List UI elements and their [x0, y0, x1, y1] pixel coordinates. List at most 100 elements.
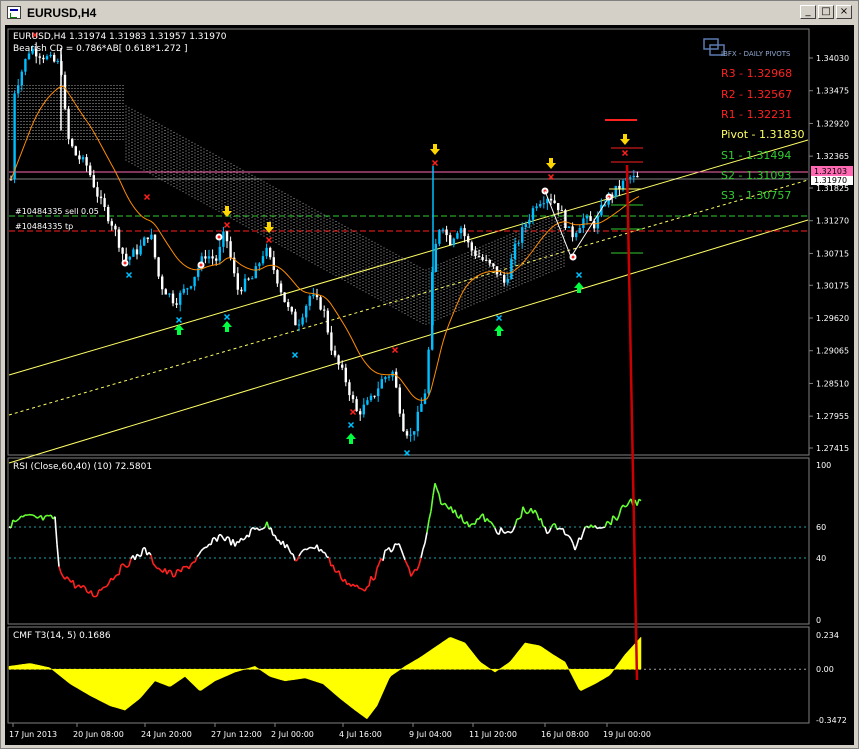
- candle-body: [229, 241, 232, 258]
- candle-body: [305, 305, 308, 318]
- candle-body: [258, 263, 261, 267]
- candle-body: [337, 355, 340, 365]
- rsi-segment: [344, 578, 348, 585]
- candle-body: [272, 257, 275, 271]
- rsi-segment: [106, 582, 110, 587]
- time-axis-label: 2 Jul 00:00: [271, 730, 314, 739]
- candle-body: [215, 258, 218, 261]
- candle-body: [416, 411, 419, 432]
- pattern-point-dot: [217, 235, 221, 239]
- rsi-segment: [536, 513, 540, 521]
- candle-body: [405, 431, 409, 436]
- rsi-segment: [220, 534, 224, 539]
- rsi-segment: [510, 529, 514, 534]
- rsi-segment: [600, 526, 604, 529]
- rsi-segment: [114, 574, 118, 578]
- rsi-segment: [368, 576, 372, 587]
- candle-body: [578, 227, 581, 234]
- price-axis-label: 1.30715: [816, 249, 849, 258]
- rsi-segment: [550, 523, 554, 529]
- rsi-segment: [376, 563, 380, 569]
- rsi-segment: [410, 572, 414, 577]
- rsi-panel: [7, 457, 810, 625]
- candle-body: [510, 259, 513, 280]
- rsi-segment: [518, 516, 522, 520]
- rsi-segment: [494, 527, 498, 534]
- rsi-segment: [514, 518, 518, 526]
- rsi-segment: [502, 531, 506, 535]
- candle-body: [117, 229, 121, 248]
- time-axis-label: 9 Jul 04:00: [409, 730, 452, 739]
- candle-body: [74, 146, 77, 156]
- terminal-window: EURUSD,H4 _ □ × 1.34030 1.33475 1.32920 1.3…: [0, 0, 859, 749]
- chart-canvas[interactable]: 1.34030 1.33475 1.32920 1.32365 1.31825 1.312…: [5, 25, 854, 745]
- time-axis-label: 11 Jul 20:00: [469, 730, 517, 739]
- order-sell-label: #10484335 sell 0.05: [15, 207, 99, 216]
- rsi-segment: [198, 550, 202, 555]
- candle-body: [146, 237, 149, 240]
- signal-cross: [391, 346, 399, 354]
- candle-body: [153, 234, 157, 258]
- rsi-segment: [200, 548, 204, 552]
- candle-body: [240, 289, 243, 292]
- rsi-segment: [128, 558, 132, 567]
- rsi-segment: [252, 526, 256, 530]
- candle-body: [373, 395, 376, 397]
- candle-body: [636, 175, 639, 178]
- rsi-segment: [306, 547, 310, 551]
- rsi-segment: [352, 583, 356, 588]
- rsi-segment: [338, 570, 342, 579]
- rsi-segment: [266, 521, 270, 530]
- candle-body: [384, 377, 387, 380]
- rsi-segment: [364, 586, 368, 592]
- candle-body: [135, 249, 139, 255]
- rsi-segment: [548, 527, 552, 533]
- candle-body: [539, 204, 542, 207]
- candle-body: [269, 247, 272, 258]
- candle-body: [67, 108, 70, 139]
- rsi-segment: [286, 544, 290, 550]
- rsi-segment: [46, 514, 50, 517]
- regression-channel-line: [8, 219, 809, 464]
- rsi-segment: [102, 586, 106, 589]
- rsi-segment: [500, 527, 504, 532]
- rsi-segment: [140, 548, 144, 557]
- candle-body: [56, 61, 59, 63]
- candle-body: [434, 243, 437, 272]
- rsi-segment: [172, 575, 176, 578]
- candle-body: [459, 228, 463, 234]
- candle-body: [517, 242, 520, 244]
- chart-header: EURUSD,H4 1.31974 1.31983 1.31957 1.3197…: [13, 32, 227, 42]
- candle-body: [441, 229, 445, 231]
- close-button[interactable]: ×: [836, 5, 852, 19]
- rsi-segment: [582, 527, 586, 534]
- candle-body: [17, 85, 20, 94]
- rsi-segment: [256, 527, 260, 531]
- rsi-segment: [626, 501, 630, 507]
- rsi-segment: [486, 518, 490, 522]
- candle-body: [247, 278, 250, 280]
- chart-svg[interactable]: 1.34030 1.33475 1.32920 1.32365 1.31825 1.312…: [5, 25, 854, 745]
- order-tp-label: #10484335 tp: [15, 222, 73, 231]
- title-bar[interactable]: EURUSD,H4 _ □ ×: [3, 3, 856, 23]
- candle-body: [63, 74, 67, 109]
- candle-body: [402, 413, 405, 432]
- minimize-button[interactable]: _: [800, 5, 816, 19]
- candle-body: [355, 399, 358, 412]
- rsi-segment: [574, 544, 578, 551]
- rsi-segment: [90, 590, 94, 597]
- signal-cross: [125, 271, 133, 279]
- rsi-segment: [22, 514, 26, 518]
- candle-body: [312, 294, 315, 297]
- candle-body: [92, 175, 95, 188]
- maximize-button[interactable]: □: [818, 5, 834, 19]
- rsi-segment: [126, 565, 130, 568]
- rsi-segment: [112, 576, 116, 581]
- cmf-axis-label: 0.00: [816, 665, 834, 674]
- candle-body: [71, 138, 74, 147]
- candle-body: [161, 276, 164, 290]
- price-axis-label: 1.32920: [816, 119, 849, 128]
- price-axis-label: 1.32365: [816, 152, 849, 161]
- rsi-segment: [10, 519, 14, 529]
- rsi-segment: [474, 518, 478, 525]
